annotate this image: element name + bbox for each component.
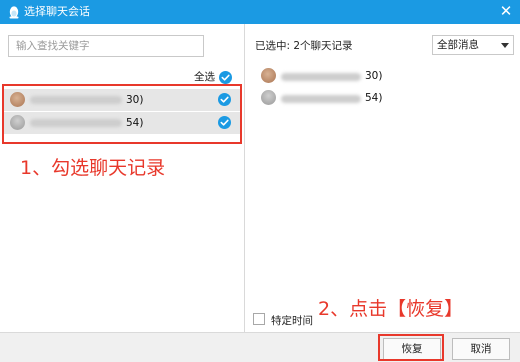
select-all[interactable]: 全选 bbox=[190, 70, 234, 84]
restore-button[interactable]: 恢复 bbox=[383, 338, 441, 360]
blurred-contact-name bbox=[281, 95, 361, 103]
blurred-contact-name bbox=[281, 73, 361, 81]
avatar bbox=[261, 90, 276, 105]
contact-name-suffix: 30) bbox=[365, 70, 383, 82]
check-icon[interactable] bbox=[218, 116, 231, 129]
specific-time-label: 特定时间 bbox=[271, 315, 313, 327]
title-bar: 选择聊天会话 ✕ bbox=[0, 0, 520, 24]
blurred-contact-name bbox=[30, 96, 122, 104]
chevron-down-icon bbox=[501, 43, 509, 48]
selected-count-label: 已选中: 2个聊天记录 bbox=[255, 40, 353, 52]
specific-time-checkbox[interactable] bbox=[253, 313, 265, 325]
select-all-label: 全选 bbox=[194, 71, 215, 83]
close-icon[interactable]: ✕ bbox=[492, 0, 520, 24]
contact-name-suffix: 54) bbox=[126, 117, 144, 129]
avatar bbox=[10, 115, 25, 130]
search-input[interactable] bbox=[8, 35, 204, 57]
selected-item: 54) bbox=[259, 88, 409, 108]
contact-name-suffix: 30) bbox=[126, 94, 144, 106]
selected-item: 30) bbox=[259, 66, 409, 86]
footer-bar: 恢复 取消 bbox=[0, 332, 520, 362]
selected-panel: 已选中: 2个聊天记录 全部消息 30) 54) bbox=[245, 24, 520, 332]
check-icon bbox=[219, 71, 232, 84]
filter-selected-value: 全部消息 bbox=[437, 39, 479, 51]
avatar bbox=[10, 92, 25, 107]
annotation-step-1: 1、勾选聊天记录 bbox=[20, 157, 166, 179]
window-title: 选择聊天会话 bbox=[24, 5, 90, 18]
annotation-step-2: 2、点击【恢复】 bbox=[318, 298, 464, 320]
avatar bbox=[261, 68, 276, 83]
message-filter-dropdown[interactable]: 全部消息 bbox=[432, 35, 514, 55]
check-icon[interactable] bbox=[218, 93, 231, 106]
session-item[interactable]: 54) bbox=[4, 112, 240, 134]
qq-penguin-icon bbox=[9, 6, 19, 19]
blurred-contact-name bbox=[30, 119, 122, 127]
cancel-button[interactable]: 取消 bbox=[452, 338, 510, 360]
session-item[interactable]: 30) bbox=[4, 89, 240, 111]
contact-name-suffix: 54) bbox=[365, 92, 383, 104]
